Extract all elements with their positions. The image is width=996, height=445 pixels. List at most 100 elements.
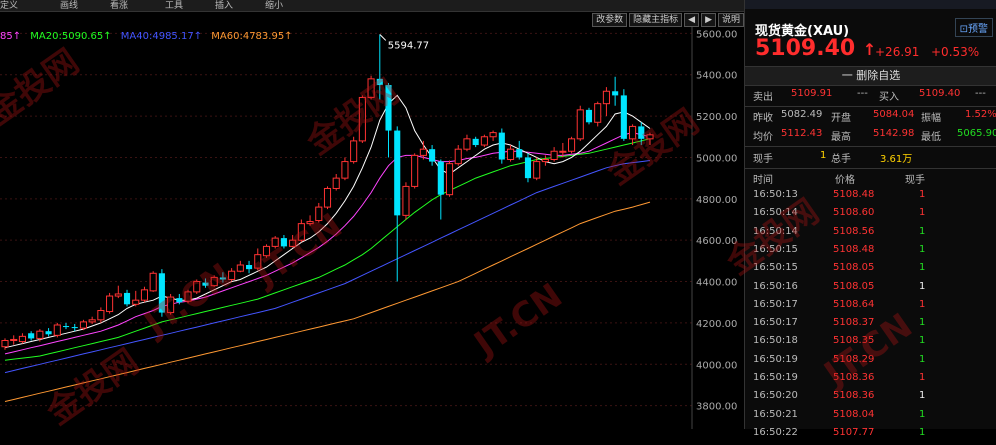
- ask-price: 5109.91: [791, 88, 833, 99]
- candle-body: [568, 138, 576, 152]
- candle-body: [638, 126, 645, 139]
- current-volume-label: 现手: [753, 154, 773, 165]
- candle-body: [114, 293, 122, 297]
- tick-price: 5108.36: [833, 372, 875, 383]
- tick-volume: 1: [919, 372, 926, 383]
- candle-body: [88, 319, 96, 323]
- amplitude: 1.52%: [965, 109, 996, 120]
- candle-body: [280, 238, 287, 247]
- tick-row: 16:50:20 5108.36 1: [745, 390, 996, 408]
- help-button[interactable]: 说明: [717, 13, 744, 27]
- last-price: 5109.40 ↑: [755, 36, 876, 61]
- candle-body: [437, 161, 444, 195]
- candle-body: [463, 138, 471, 150]
- edit-params-button[interactable]: 改参数: [592, 13, 628, 27]
- divider: [745, 146, 996, 147]
- tick-price: 5108.48: [833, 189, 875, 200]
- quote-panel: 现货黄金(XAU) ⊡预警 5109.40 ↑ +26.91 +0.53% 一 …: [744, 0, 996, 438]
- open-label: 开盘: [831, 113, 851, 124]
- menu-zoom-out[interactable]: 缩小: [265, 0, 283, 11]
- menu-insert[interactable]: 插入: [215, 0, 233, 11]
- candle-body: [419, 148, 427, 156]
- y-tick-label: 4000.00: [696, 360, 737, 371]
- tick-volume: 1: [919, 298, 926, 310]
- high-price-label: 5594.77: [388, 40, 429, 51]
- candle-body: [358, 96, 366, 142]
- ticks-volume-header: 现手: [905, 175, 925, 186]
- y-tick-label: 3800.00: [696, 402, 737, 413]
- candle-body: [193, 281, 201, 293]
- prev-button[interactable]: ◀: [684, 13, 700, 27]
- candle-body: [306, 221, 314, 225]
- ticks-price-header: 价格: [835, 175, 855, 186]
- tick-time: 16:50:20: [753, 390, 798, 402]
- price-alert-button[interactable]: ⊡预警: [954, 18, 993, 37]
- candle-body: [28, 333, 35, 339]
- tick-row: 16:50:16 5108.05 1: [745, 281, 996, 299]
- bid-label: 买入: [879, 92, 899, 103]
- candle-body: [480, 136, 488, 146]
- tick-time: 16:50:15: [753, 262, 798, 274]
- candle-body: [350, 140, 358, 163]
- candle-body: [158, 273, 165, 313]
- candle-body: [36, 330, 44, 339]
- tick-time: 16:50:16: [753, 280, 798, 292]
- candle-body: [271, 237, 279, 247]
- candle-body: [10, 338, 18, 342]
- ask-label: 卖出: [753, 92, 773, 103]
- kline-chart[interactable]: 5600.00 5400.00 5200.00 5000.00 4800.00 4600.…: [0, 11, 744, 429]
- tick-row: 16:50:14 5108.56 1: [745, 226, 996, 244]
- candle-body: [646, 134, 654, 140]
- candle-body: [341, 161, 349, 179]
- next-button[interactable]: ▶: [701, 13, 716, 27]
- menu-draw-line[interactable]: 画线: [60, 0, 78, 11]
- candle-body: [228, 270, 236, 280]
- low-price: 5065.90: [957, 128, 996, 139]
- candle-body: [472, 138, 479, 146]
- candle-body: [498, 132, 505, 160]
- tick-price: 5108.35: [833, 335, 875, 347]
- candle-body: [262, 245, 271, 257]
- y-tick-label: 5600.00: [696, 29, 737, 40]
- bid-price: 5109.40: [919, 88, 961, 99]
- remove-watchlist-button[interactable]: 一 删除自选: [745, 66, 996, 86]
- candle-body: [445, 163, 454, 196]
- ma60-legend: MA60:4783.95↑: [211, 31, 293, 42]
- candle-body: [394, 130, 401, 216]
- hide-indicator-button[interactable]: 隐藏主指标: [629, 13, 683, 27]
- tick-time: 16:50:18: [753, 335, 798, 347]
- candle-body: [541, 159, 549, 163]
- tick-volume: 1: [919, 262, 926, 274]
- menu-define[interactable]: 定义: [0, 0, 18, 11]
- candle-body: [246, 265, 253, 270]
- tick-row: 16:50:15 5108.05 1: [745, 262, 996, 280]
- candle-body: [315, 206, 323, 222]
- tick-volume: 1: [919, 280, 926, 292]
- price-change-pct: +0.53%: [931, 45, 980, 59]
- y-tick-label: 5000.00: [696, 153, 737, 164]
- ma5-line: [4, 94, 651, 349]
- candle-body: [236, 264, 244, 272]
- y-tick-label: 4600.00: [696, 236, 737, 247]
- avg-price: 5112.43: [781, 128, 823, 139]
- candle-body: [576, 109, 584, 140]
- tick-row: 16:50:22 5107.77 1: [745, 427, 996, 445]
- ma20-line: [4, 138, 651, 361]
- tick-row: 16:50:21 5108.04 1: [745, 409, 996, 427]
- stats-row-1: 昨收 5082.49 开盘 5084.04 振幅 1.52%: [745, 109, 996, 127]
- tick-row: 16:50:17 5108.37 1: [745, 317, 996, 335]
- menu-bullish[interactable]: 看涨: [110, 0, 128, 11]
- menu-tools[interactable]: 工具: [165, 0, 183, 11]
- tick-volume: 1: [919, 335, 926, 347]
- candle-body: [45, 331, 52, 335]
- chart-toolbar: 改参数 隐藏主指标 ◀ ▶ 说明: [592, 13, 744, 27]
- candle-body: [176, 298, 183, 303]
- y-tick-label: 4200.00: [696, 319, 737, 330]
- candle-body: [202, 282, 209, 286]
- amplitude-label: 振幅: [921, 113, 941, 124]
- candle-body: [524, 157, 532, 179]
- kline-svg[interactable]: 5600.00 5400.00 5200.00 5000.00 4800.00 4600.…: [0, 11, 744, 429]
- tick-price: 5108.36: [833, 390, 875, 402]
- candle-body: [411, 154, 419, 187]
- y-tick-label: 5400.00: [696, 71, 737, 82]
